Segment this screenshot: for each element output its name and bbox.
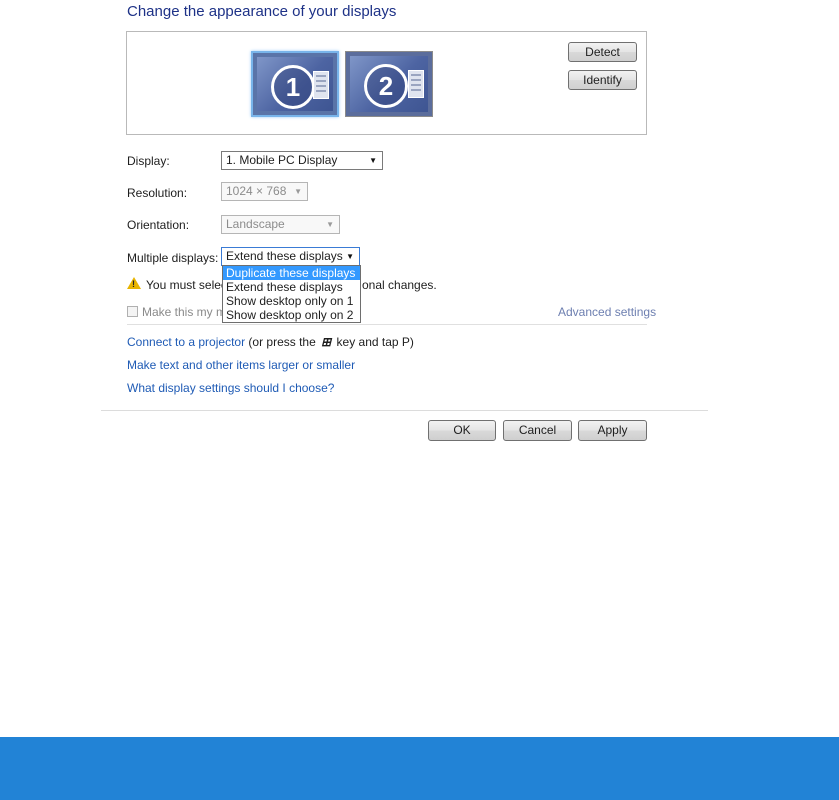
projector-hint-end: key and tap P) <box>336 335 414 349</box>
display-preview-area: 1 2 Detect Identify <box>126 31 647 135</box>
monitor-icon <box>313 71 329 99</box>
orientation-select: Landscape ▼ <box>221 215 340 234</box>
monitor-icon <box>408 70 424 98</box>
text-size-link[interactable]: Make text and other items larger or smal… <box>127 358 355 372</box>
resolution-label: Resolution: <box>127 186 188 200</box>
apply-button[interactable]: Apply <box>578 420 647 441</box>
display-help-link[interactable]: What display settings should I choose? <box>127 381 334 395</box>
windows-logo-icon: ⊞ <box>321 335 332 349</box>
bottom-accent-bar <box>0 737 839 800</box>
display-label: Display: <box>127 154 170 168</box>
orientation-label: Orientation: <box>127 218 190 232</box>
identify-button[interactable]: Identify <box>568 70 637 90</box>
display-select-value: 1. Mobile PC Display <box>226 153 338 167</box>
cancel-button[interactable]: Cancel <box>503 420 572 441</box>
dropdown-option-show-only-1[interactable]: Show desktop only on 1 <box>223 294 360 308</box>
multiple-displays-select[interactable]: Extend these displays ▼ <box>221 247 360 266</box>
monitor-2[interactable]: 2 <box>345 51 433 117</box>
dropdown-option-extend[interactable]: Extend these displays <box>223 280 360 294</box>
resolution-select-value: 1024 × 768 <box>226 184 287 198</box>
chevron-down-icon: ▼ <box>346 252 354 261</box>
resolution-select: 1024 × 768 ▼ <box>221 182 308 201</box>
monitor-1[interactable]: 1 <box>251 51 339 117</box>
chevron-down-icon: ▼ <box>326 220 334 229</box>
detect-button[interactable]: Detect <box>568 42 637 62</box>
advanced-settings-link[interactable]: Advanced settings <box>558 305 656 319</box>
main-display-checkbox <box>127 306 138 317</box>
page-title: Change the appearance of your displays <box>127 3 397 20</box>
warning-text-end: onal changes. <box>362 278 437 292</box>
display-select[interactable]: 1. Mobile PC Display ▼ <box>221 151 383 170</box>
monitor-number: 1 <box>271 65 315 109</box>
main-display-checkbox-label: Make this my ma <box>142 305 233 319</box>
orientation-select-value: Landscape <box>226 217 285 231</box>
footer-divider <box>101 410 708 411</box>
ok-button[interactable]: OK <box>428 420 496 441</box>
warning-text: You must selec <box>146 278 227 292</box>
warning-icon: ! <box>127 277 141 289</box>
divider <box>127 324 647 325</box>
multiple-displays-label: Multiple displays: <box>127 251 219 265</box>
chevron-down-icon: ▼ <box>369 156 377 165</box>
dropdown-option-show-only-2[interactable]: Show desktop only on 2 <box>223 308 360 322</box>
chevron-down-icon: ▼ <box>294 187 302 196</box>
multiple-displays-select-value: Extend these displays <box>226 249 343 263</box>
projector-row: Connect to a projector (or press the ⊞ k… <box>127 335 414 349</box>
connect-projector-link[interactable]: Connect to a projector <box>127 335 245 349</box>
multiple-displays-dropdown: Duplicate these displays Extend these di… <box>222 265 361 323</box>
dropdown-option-duplicate[interactable]: Duplicate these displays <box>223 266 360 280</box>
monitor-number: 2 <box>364 64 408 108</box>
projector-hint-start: (or press the <box>248 335 316 349</box>
